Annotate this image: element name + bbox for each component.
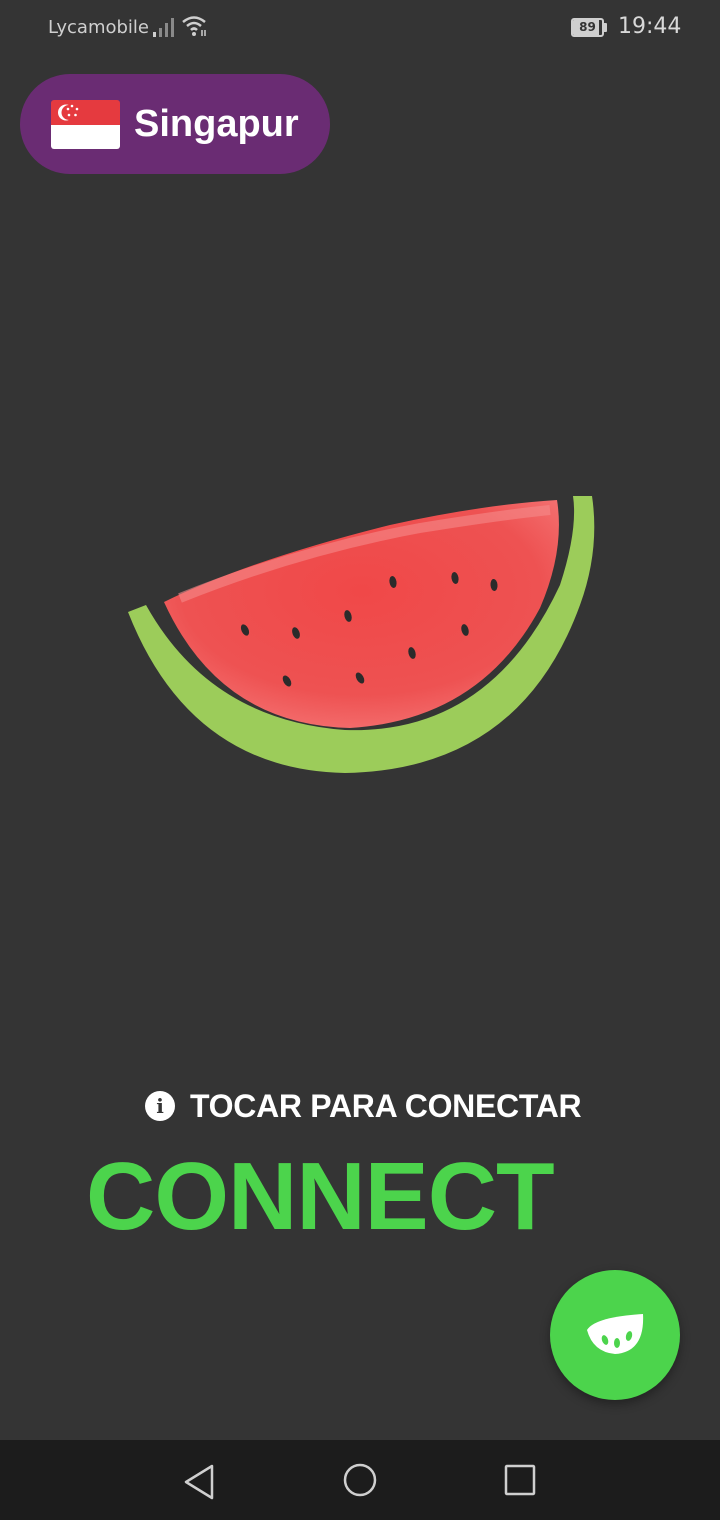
singapore-flag-icon — [51, 100, 120, 149]
watermelon-fab-button[interactable] — [550, 1270, 680, 1400]
status-clock: 19:44 — [618, 14, 682, 39]
signal-icon — [153, 18, 174, 37]
carrier-name: Lycamobile — [48, 17, 150, 38]
watermelon-slice-icon — [587, 1314, 644, 1354]
home-icon[interactable] — [338, 1460, 382, 1504]
battery-icon: 89 — [571, 18, 607, 37]
info-icon: i — [145, 1091, 175, 1121]
navigation-bar — [0, 1440, 720, 1520]
battery-level-text: 89 — [579, 20, 596, 34]
wifi-icon — [182, 16, 206, 36]
back-icon[interactable] — [178, 1460, 222, 1504]
recents-icon[interactable] — [498, 1460, 542, 1504]
tap-to-connect-hint: i TOCAR PARA CONECTAR — [145, 1087, 582, 1124]
connect-button[interactable]: CONNECT — [86, 1142, 555, 1252]
server-name: Singapur — [134, 103, 299, 145]
server-selector-button[interactable]: Singapur — [20, 74, 330, 174]
status-bar: Lycamobile 89 19:44 — [0, 0, 720, 56]
hint-text: TOCAR PARA CONECTAR — [190, 1087, 582, 1124]
app-screen: Lycamobile 89 19:44 Singapur i TOCAR PAR… — [0, 0, 720, 1520]
watermelon-logo[interactable] — [120, 490, 600, 780]
